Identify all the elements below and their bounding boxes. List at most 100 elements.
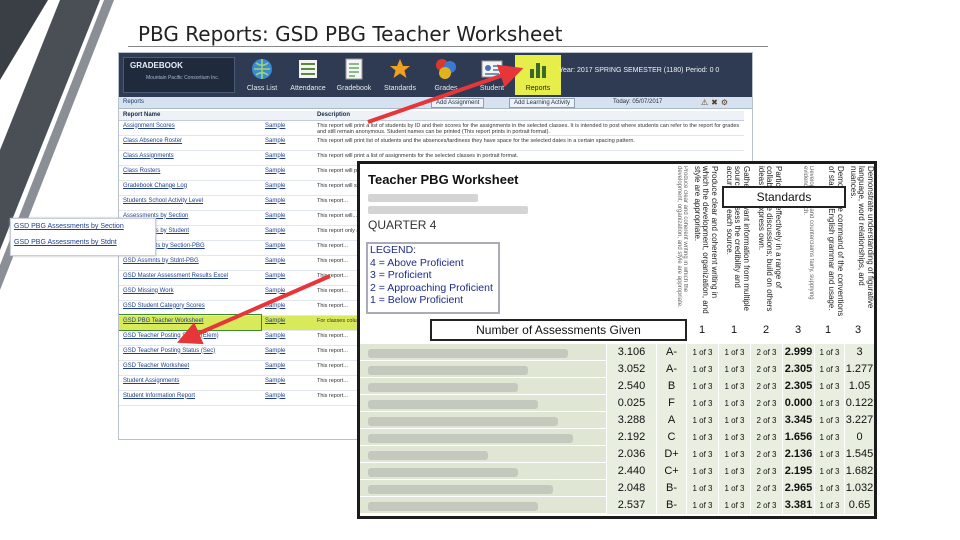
sample-link[interactable]: Sample xyxy=(261,390,313,406)
sample-link[interactable]: Sample xyxy=(261,210,313,226)
cell-c5: 1 of 3 xyxy=(814,361,844,378)
toolbar-standards-button[interactable]: Standards xyxy=(377,55,423,95)
toolbar-gradebook-button[interactable]: Gradebook xyxy=(331,55,377,95)
cell-v6: 0.65 xyxy=(844,497,874,514)
report-name-link[interactable]: GSD Master Assessment Results Excel xyxy=(119,270,261,286)
sample-link[interactable]: Sample xyxy=(261,180,313,196)
report-name-link[interactable]: Assignment Scores xyxy=(119,120,261,136)
toolbar-student-button[interactable]: Student xyxy=(469,55,515,95)
toolbar-label: Gradebook xyxy=(336,85,372,92)
student-row: 2.036 D+ 1 of 31 of 32 of 3 2.136 1 of 3 1.54… xyxy=(360,446,874,463)
sample-link[interactable]: Sample xyxy=(261,345,313,361)
cell-v6: 3.227 xyxy=(844,412,874,429)
reports-subbar: Reports Add Assignment Add Learning Acti… xyxy=(119,97,752,109)
standard-level: 3 xyxy=(794,324,802,336)
cell-grade: A- xyxy=(656,361,686,378)
cell-c3: 2 of 3 xyxy=(750,446,782,463)
report-name-link[interactable]: GSD Teacher Posting Status (Elem) xyxy=(119,330,261,346)
report-name-link[interactable]: Student Assignments xyxy=(119,375,261,391)
toolbar-label: Standards xyxy=(384,85,416,92)
sample-link[interactable]: Sample xyxy=(261,255,313,271)
report-name-link[interactable]: Students School Activity Level xyxy=(119,195,261,211)
cell-score: 2.540 xyxy=(606,378,656,395)
standard-level: 1 xyxy=(824,324,832,336)
report-name-link[interactable]: Student Information Report xyxy=(119,390,261,406)
toolbar-grades-button[interactable]: Grades xyxy=(423,55,469,95)
cell-score: 2.048 xyxy=(606,480,656,497)
callout-link-section[interactable]: GSD PBG Assessments by Section xyxy=(11,219,155,235)
cell-c1: 1 of 3 xyxy=(686,412,718,429)
window-tool-icons[interactable]: ⚠✖⚙ xyxy=(701,98,731,107)
cell-v6: 3 xyxy=(844,344,874,361)
sample-link[interactable]: Sample xyxy=(261,225,313,241)
report-description: This report will print list of students … xyxy=(313,135,744,151)
report-name-link[interactable]: GSD PBG Teacher Worksheet xyxy=(119,314,262,331)
cell-c2: 1 of 3 xyxy=(718,344,750,361)
report-name-link[interactable]: Class Rosters xyxy=(119,165,261,181)
legend-item: 3 = Proficient xyxy=(370,269,432,281)
sample-link[interactable]: Sample xyxy=(261,195,313,211)
sample-link[interactable]: Sample xyxy=(261,120,313,136)
student-row: 2.192 C 1 of 31 of 32 of 3 1.656 1 of 30 xyxy=(360,429,874,446)
cell-v4: 1.656 xyxy=(782,429,814,446)
today-date: Today: 05/07/2017 xyxy=(613,99,663,105)
cell-c5: 1 of 3 xyxy=(814,463,844,480)
student-row: 3.052 A- 1 of 31 of 32 of 3 2.305 1 of 3 1.27… xyxy=(360,361,874,378)
sample-link[interactable]: Sample xyxy=(261,135,313,151)
legend-item: 2 = Approaching Proficient xyxy=(370,281,493,294)
sample-link[interactable]: Sample xyxy=(261,240,313,256)
standard-header-text: Produce clear and coherent writing in wh… xyxy=(693,166,718,314)
cell-v4: 2.305 xyxy=(782,378,814,395)
report-name-link[interactable]: GSD Missing Work xyxy=(119,285,261,301)
report-name-link[interactable]: Gradebook Change Log xyxy=(119,180,261,196)
sample-link[interactable]: Sample xyxy=(261,285,313,301)
report-name-link[interactable]: GSD Student Category Scores xyxy=(119,300,261,316)
cell-c3: 2 of 3 xyxy=(750,463,782,480)
cell-c5: 1 of 3 xyxy=(814,480,844,497)
cell-v6: 0.122 xyxy=(844,395,874,412)
sample-link[interactable]: Sample xyxy=(261,375,313,391)
gradebook-icon xyxy=(345,58,363,80)
sample-link[interactable]: Sample xyxy=(261,315,313,331)
cell-grade: B- xyxy=(656,480,686,497)
callout-link-student[interactable]: GSD PBG Assessments by Stdnt xyxy=(11,235,155,251)
redacted-text xyxy=(368,206,528,214)
cell-v6: 1.545 xyxy=(844,446,874,463)
cell-score: 3.052 xyxy=(606,361,656,378)
cell-v6: 1.277 xyxy=(844,361,874,378)
sample-link[interactable]: Sample xyxy=(261,300,313,316)
redacted-student-name xyxy=(368,468,518,477)
sample-link[interactable]: Sample xyxy=(261,270,313,286)
cell-grade: F xyxy=(656,395,686,412)
toolbar-attendance-button[interactable]: Attendance xyxy=(285,55,331,95)
cell-c1: 1 of 3 xyxy=(686,378,718,395)
sample-link[interactable]: Sample xyxy=(261,150,313,166)
cell-v4: 3.345 xyxy=(782,412,814,429)
sample-link[interactable]: Sample xyxy=(261,360,313,376)
cell-score: 3.106 xyxy=(606,344,656,361)
cell-c3: 2 of 3 xyxy=(750,395,782,412)
report-name-link[interactable]: Class Assignments xyxy=(119,150,261,166)
report-name-link[interactable]: GSD Teacher Worksheet xyxy=(119,360,261,376)
report-name-link[interactable]: GSD Teacher Posting Status (Sec) xyxy=(119,345,261,361)
cell-grade: D+ xyxy=(656,446,686,463)
add-assignment-button[interactable]: Add Assignment xyxy=(431,98,485,108)
standard-header: Produce clear and coherent writing in wh… xyxy=(690,166,718,318)
globe-icon xyxy=(252,59,272,79)
toolbar-reports-button[interactable]: Reports xyxy=(515,55,561,95)
cell-c5: 1 of 3 xyxy=(814,446,844,463)
standard-level: 1 xyxy=(730,324,738,336)
sample-link[interactable]: Sample xyxy=(261,165,313,181)
student-row: 2.540 B 1 of 31 of 32 of 3 2.305 1 of 3 1.05 xyxy=(360,378,874,395)
report-name-link[interactable]: GSD Assmnts by Stdnt-PBG xyxy=(119,255,261,271)
cell-v4: 3.381 xyxy=(782,497,814,514)
gradebook-logo: GRADEBOOK Mountain Pacific Consortium In… xyxy=(123,57,235,93)
report-name-link[interactable]: Class Absence Roster xyxy=(119,135,261,151)
toolbar-class-list-button[interactable]: Class List xyxy=(239,55,285,95)
header-sample xyxy=(261,111,313,121)
standard-header: Demonstrate understanding of figurative … xyxy=(846,166,874,318)
student-row: 3.106 A- 1 of 31 of 32 of 3 2.999 1 of 33 xyxy=(360,344,874,361)
sample-link[interactable]: Sample xyxy=(261,330,313,346)
cell-c2: 1 of 3 xyxy=(718,497,750,514)
add-learning-activity-button[interactable]: Add Learning Activity xyxy=(509,98,576,108)
